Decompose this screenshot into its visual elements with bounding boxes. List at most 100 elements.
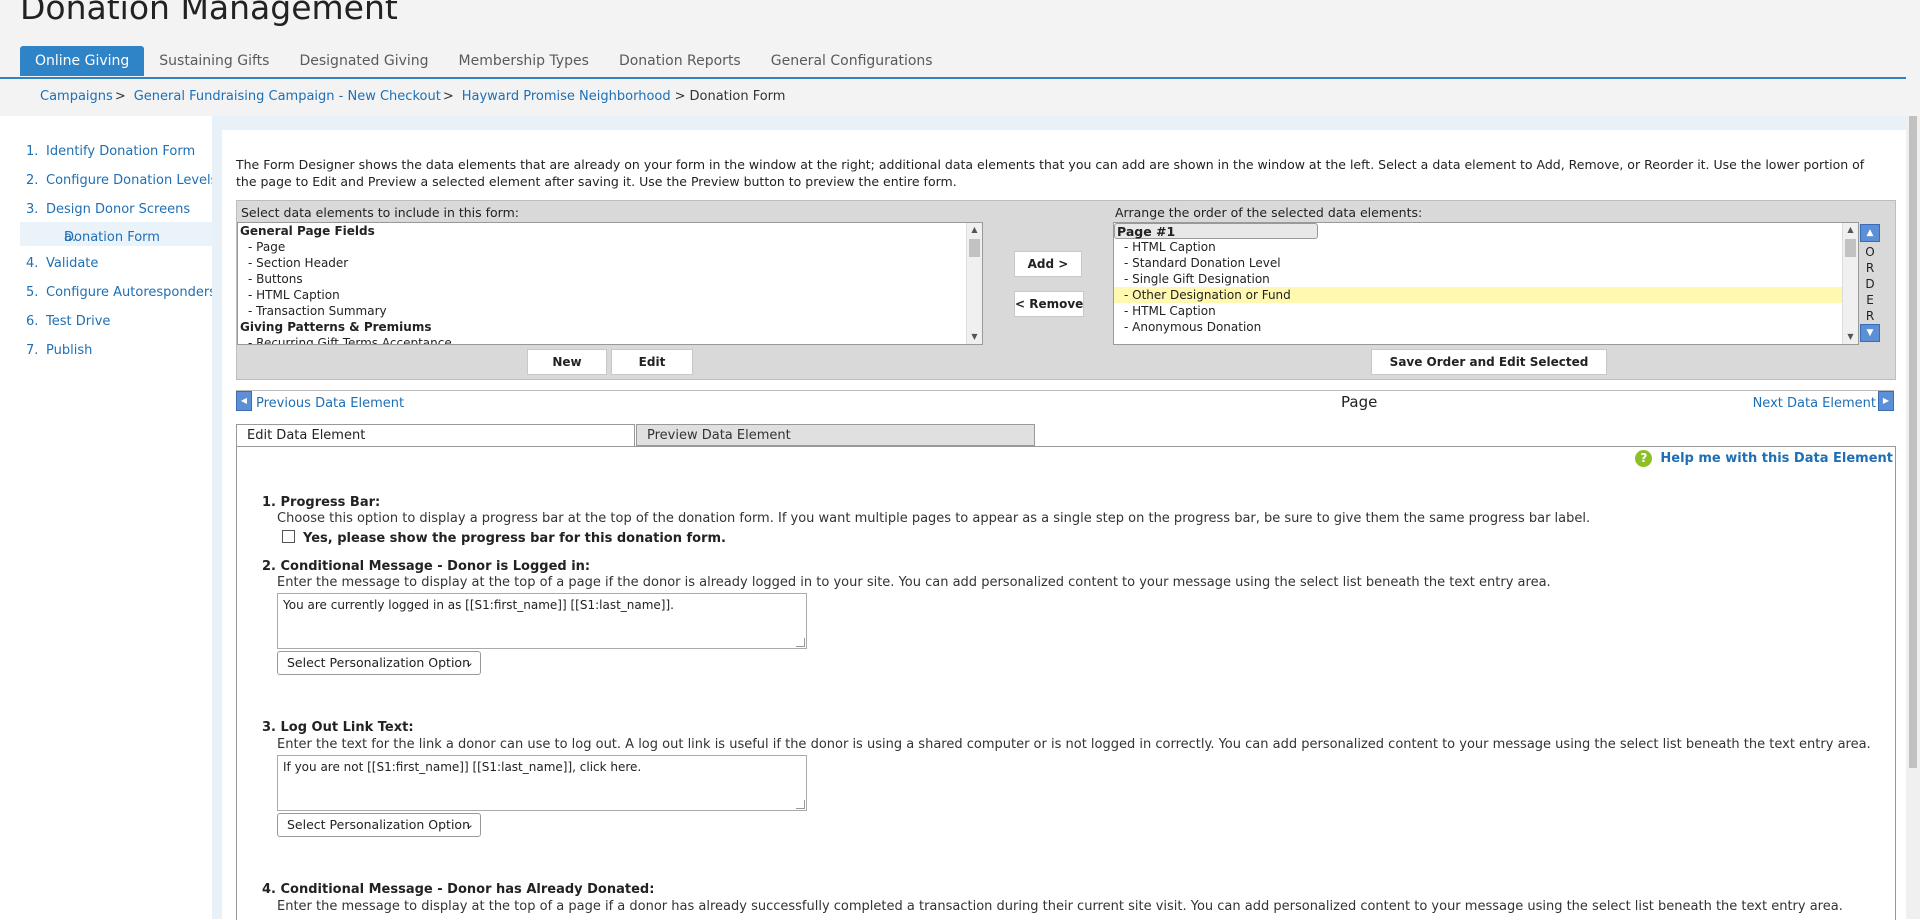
list-item[interactable]: - Single Gift Designation [1114,271,1858,287]
next-element-link[interactable]: Next Data Element [1753,396,1876,411]
step-configure-autoresponders[interactable]: 5. Configure Autoresponders [26,285,216,300]
step-label: Configure Autoresponders [46,285,216,300]
tab-designated-giving[interactable]: Designated Giving [284,46,443,76]
progress-bar-checkbox[interactable] [282,530,295,543]
list-group[interactable]: General Page Fields [238,223,982,239]
available-elements-label: Select data elements to include in this … [241,205,519,220]
list-item[interactable]: - Anonymous Donation [1114,319,1858,335]
step-identify-donation-form[interactable]: 1. Identify Donation Form [26,144,195,159]
logout-link-textarea[interactable]: If you are not [[S1:first_name]] [[S1:la… [277,755,807,811]
list-item[interactable]: - Standard Donation Level [1114,255,1858,271]
scroll-up-icon[interactable]: ▲ [1843,223,1858,237]
tab-donation-reports[interactable]: Donation Reports [604,46,756,76]
step-number: 4. [26,256,39,271]
order-label: ORDER [1865,245,1875,323]
personalization-select[interactable]: Select Personalization Option ⌄ [277,651,481,675]
list-scrollbar[interactable]: ▲ ▼ [1842,223,1858,344]
list-item[interactable]: - Buttons [238,271,982,287]
step-number: 7. [26,343,39,358]
add-button[interactable]: Add > [1014,251,1082,277]
new-button[interactable]: New [527,349,607,375]
list-item[interactable]: - Section Header [238,255,982,271]
substep-label: Donation Form [64,230,160,245]
step-number: 3. [26,202,39,217]
scroll-down-icon[interactable]: ▼ [967,330,982,344]
progress-bar-checkbox-row[interactable]: Yes, please show the progress bar for th… [282,530,726,546]
selected-elements-list[interactable]: Page #1 - HTML Caption - HTML Caption - … [1113,222,1859,345]
field-number: 2. [262,559,276,574]
list-item[interactable]: - Recurring Gift Terms Acceptance [238,335,982,344]
list-group[interactable]: Page #1 [1114,223,1318,239]
step-label: Validate [46,256,99,271]
personalization-select[interactable]: Select Personalization Option ⌄ [277,813,481,837]
field-description: Enter the text for the link a donor can … [277,737,1871,752]
substep-donation-form[interactable]: a. Donation Form [20,222,212,246]
step-validate[interactable]: 4. Validate [26,256,98,271]
available-elements-list[interactable]: General Page Fields - Page - Section Hea… [237,222,983,345]
breadcrumb-separator: > [674,89,686,104]
field-description: Choose this option to display a progress… [277,511,1591,526]
field-title-text: Conditional Message - Donor has Already … [280,882,655,897]
previous-arrow-icon[interactable]: ◀ [236,391,252,411]
list-item[interactable]: - Page [238,239,982,255]
save-order-button[interactable]: Save Order and Edit Selected [1371,349,1607,375]
field-title: 2. Conditional Message - Donor is Logged… [262,559,590,574]
step-label: Configure Donation Levels [46,173,218,188]
breadcrumb-campaign[interactable]: General Fundraising Campaign - New Check… [134,89,441,104]
field-title-text: Progress Bar: [280,495,381,510]
page-title: Donation Management [20,0,398,27]
move-up-icon[interactable]: ▲ [1860,224,1880,242]
breadcrumb: Campaigns > General Fundraising Campaign -… [40,89,785,104]
step-configure-donation-levels[interactable]: 2. Configure Donation Levels [26,173,217,188]
list-item[interactable]: - HTML Caption [1114,303,1858,319]
breadcrumb-neighborhood[interactable]: Hayward Promise Neighborhood [462,89,671,104]
tab-underline [0,77,1906,79]
scroll-down-icon[interactable]: ▼ [1843,330,1858,344]
step-test-drive[interactable]: 6. Test Drive [26,314,110,329]
help-link[interactable]: ? Help me with this Data Element [1635,450,1893,467]
breadcrumb-separator: > [114,89,126,104]
form-designer: Select data elements to include in this … [236,200,1896,380]
edit-button[interactable]: Edit [611,349,693,375]
resize-grip-icon[interactable] [796,800,805,809]
page-scrollbar[interactable] [1906,116,1920,919]
list-scrollbar[interactable]: ▲ ▼ [966,223,982,344]
scroll-thumb[interactable] [969,239,980,257]
list-group[interactable]: Giving Patterns & Premiums [238,319,982,335]
element-navigation: ◀ Previous Data Element Page Next Data E… [236,390,1894,413]
scroll-thumb[interactable] [1845,239,1856,257]
chevron-down-icon: ⌄ [464,656,474,669]
tab-edit-data-element[interactable]: Edit Data Element [236,424,635,446]
next-arrow-icon[interactable]: ▶ [1878,391,1894,411]
breadcrumb-campaigns[interactable]: Campaigns [40,89,113,104]
previous-element-link[interactable]: Previous Data Element [256,396,404,411]
page-scroll-thumb[interactable] [1909,116,1917,768]
field-title: 4. Conditional Message - Donor has Alrea… [262,882,654,897]
list-item-selected[interactable]: - Other Designation or Fund [1114,287,1858,303]
tab-general-configurations[interactable]: General Configurations [756,46,948,76]
list-item[interactable]: - Transaction Summary [238,303,982,319]
step-label: Test Drive [46,314,111,329]
field-title-text: Conditional Message - Donor is Logged in… [280,559,591,574]
logged-in-message-textarea[interactable]: You are currently logged in as [[S1:firs… [277,593,807,649]
step-design-donor-screens[interactable]: 3. Design Donor Screens [26,202,190,217]
resize-grip-icon[interactable] [796,638,805,647]
tab-online-giving[interactable]: Online Giving [20,46,145,76]
main-tabs: Online Giving Sustaining Gifts Designate… [20,46,948,78]
tab-membership-types[interactable]: Membership Types [444,46,604,76]
chevron-down-icon: ⌄ [464,818,474,831]
tab-preview-data-element[interactable]: Preview Data Element [636,424,1035,446]
textarea-value: If you are not [[S1:first_name]] [[S1:la… [283,760,642,774]
move-down-icon[interactable]: ▼ [1860,324,1880,342]
tab-sustaining-gifts[interactable]: Sustaining Gifts [144,46,284,76]
list-item[interactable]: - HTML Caption [1114,239,1858,255]
step-number: 2. [26,173,39,188]
scroll-up-icon[interactable]: ▲ [967,223,982,237]
step-number: 5. [26,285,39,300]
list-item[interactable]: - HTML Caption [238,287,982,303]
select-value: Select Personalization Option [287,817,471,832]
help-icon: ? [1635,450,1653,467]
remove-button[interactable]: < Remove [1014,291,1084,317]
intro-text: The Form Designer shows the data element… [236,157,1865,189]
step-publish[interactable]: 7. Publish [26,343,92,358]
